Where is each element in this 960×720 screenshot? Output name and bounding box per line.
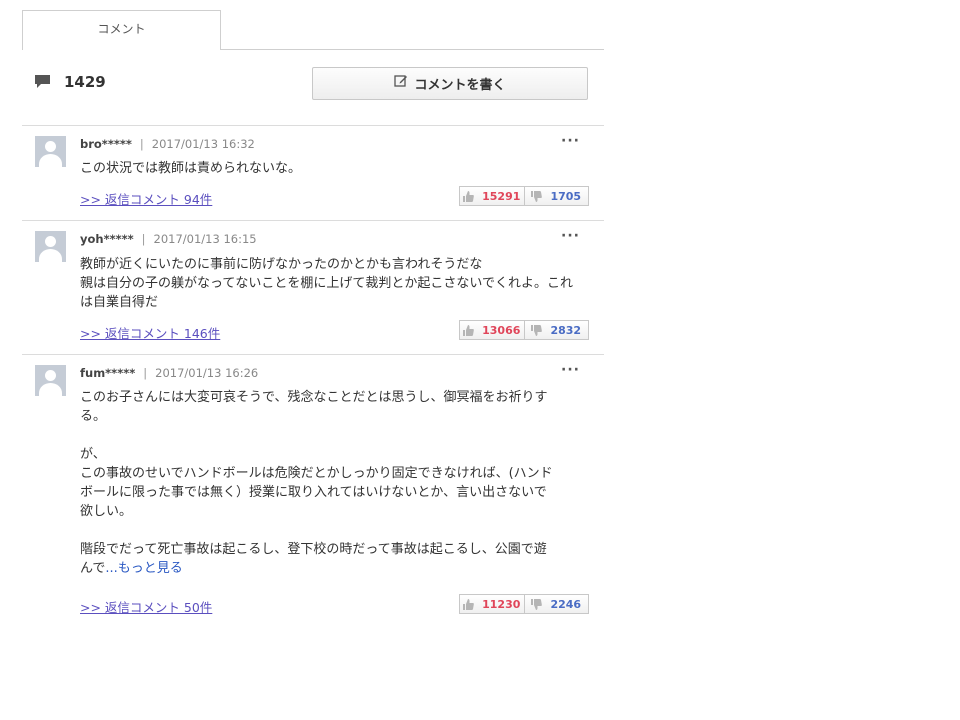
comment-line: 階段でだって死亡事故は起こるし、登下校の時だって事故は起こるし、公園で遊 — [80, 542, 547, 557]
tab-comments[interactable]: コメント — [22, 10, 221, 50]
vote-buttons: 15291 1705 — [459, 186, 589, 206]
comment-meta: bro***** | 2017/01/13 16:32 — [80, 137, 255, 151]
more-options-icon[interactable]: ··· — [561, 362, 580, 378]
dislike-button[interactable]: 2832 — [524, 321, 588, 339]
comment-line: この状況では教師は責められないな。 — [80, 161, 302, 176]
comment-username: yoh***** — [80, 232, 134, 246]
avatar — [35, 136, 66, 167]
comment-line: この事故のせいでハンドボールは危険だとかしっかり固定できなければ、(ハンド — [80, 466, 553, 481]
tab-bar: コメント — [22, 10, 604, 50]
comment-count: 1429 — [64, 73, 106, 91]
comment-username: bro***** — [80, 137, 132, 151]
more-options-icon[interactable]: ··· — [561, 228, 580, 244]
read-more-link[interactable]: ...もっと見る — [105, 561, 182, 576]
comment-line-last: んで...もっと見る — [80, 559, 580, 578]
tab-underline — [220, 49, 604, 50]
like-button[interactable]: 11230 — [460, 595, 525, 613]
dislike-button[interactable]: 2246 — [524, 595, 588, 613]
write-comment-button[interactable]: コメントを書く — [312, 67, 588, 100]
thumbs-up-icon — [463, 190, 474, 202]
dislike-count: 2246 — [550, 597, 582, 611]
thumbs-down-icon — [531, 324, 543, 336]
comment-line — [80, 426, 580, 445]
vote-buttons: 11230 2246 — [459, 594, 589, 614]
comment-body: この状況では教師は責められないな。 — [80, 159, 580, 178]
comment-line: は自業自得だ — [80, 295, 159, 310]
thumbs-down-icon — [531, 598, 543, 610]
like-count: 11230 — [482, 597, 521, 611]
avatar — [35, 365, 66, 396]
comment-line: が、 — [80, 447, 106, 462]
speech-bubble-icon — [35, 75, 50, 88]
more-options-icon[interactable]: ··· — [561, 133, 580, 149]
comment-username: fum***** — [80, 366, 136, 380]
vote-buttons: 13066 2832 — [459, 320, 589, 340]
edit-icon — [394, 74, 408, 87]
dislike-button[interactable]: 1705 — [524, 187, 588, 205]
like-count: 13066 — [482, 323, 521, 337]
comment-line: このお子さんには大変可哀そうで、残念なことだとは思うし、御冥福をお祈りす — [80, 390, 548, 405]
comment-line: 親は自分の子の躾がなってないことを棚に上げて裁判とか起こさないでくれよ。これ — [80, 276, 573, 291]
comment-item: yoh***** | 2017/01/13 16:15 ··· 教師が近くにいたのに… — [22, 221, 604, 355]
reply-comments-link[interactable]: >> 返信コメント 50件 — [80, 597, 212, 616]
write-comment-label: コメントを書く — [414, 78, 506, 93]
like-button[interactable]: 13066 — [460, 321, 525, 339]
reply-comments-link[interactable]: >> 返信コメント 146件 — [80, 323, 220, 342]
thumbs-down-icon — [531, 190, 543, 202]
thumbs-up-icon — [463, 598, 474, 610]
comment-date: 2017/01/13 16:15 — [153, 232, 257, 246]
comment-line: 教師が近くにいたのに事前に防げなかったのかとかも言われそうだな — [80, 257, 483, 272]
comment-item: bro***** | 2017/01/13 16:32 ··· この状況では教師は責… — [22, 126, 604, 221]
comment-date: 2017/01/13 16:32 — [151, 137, 255, 151]
avatar — [35, 231, 66, 262]
comment-line — [80, 521, 580, 540]
like-button[interactable]: 15291 — [460, 187, 525, 205]
comment-line: ボールに限った事では無く）授業に取り入れてはいけないとか、言い出さないで — [80, 485, 547, 500]
thumbs-up-icon — [463, 324, 474, 336]
comment-item: fum***** | 2017/01/13 16:26 ··· このお子さんには大変… — [22, 355, 604, 620]
comment-body: このお子さんには大変可哀そうで、残念なことだとは思うし、御冥福をお祈りす る。 … — [80, 388, 580, 578]
comment-line: 欲しい。 — [80, 504, 133, 519]
comment-line: んで — [80, 561, 106, 576]
dislike-count: 1705 — [550, 189, 582, 203]
comment-count-row: 1429 — [34, 72, 106, 92]
dislike-count: 2832 — [550, 323, 582, 337]
like-count: 15291 — [482, 189, 521, 203]
comment-meta: yoh***** | 2017/01/13 16:15 — [80, 232, 257, 246]
comment-date: 2017/01/13 16:26 — [155, 366, 259, 380]
comment-meta: fum***** | 2017/01/13 16:26 — [80, 366, 259, 380]
comment-body: 教師が近くにいたのに事前に防げなかったのかとかも言われそうだな 親は自分の子の躾… — [80, 255, 580, 312]
reply-comments-link[interactable]: >> 返信コメント 94件 — [80, 189, 212, 208]
comment-line: る。 — [80, 409, 107, 424]
